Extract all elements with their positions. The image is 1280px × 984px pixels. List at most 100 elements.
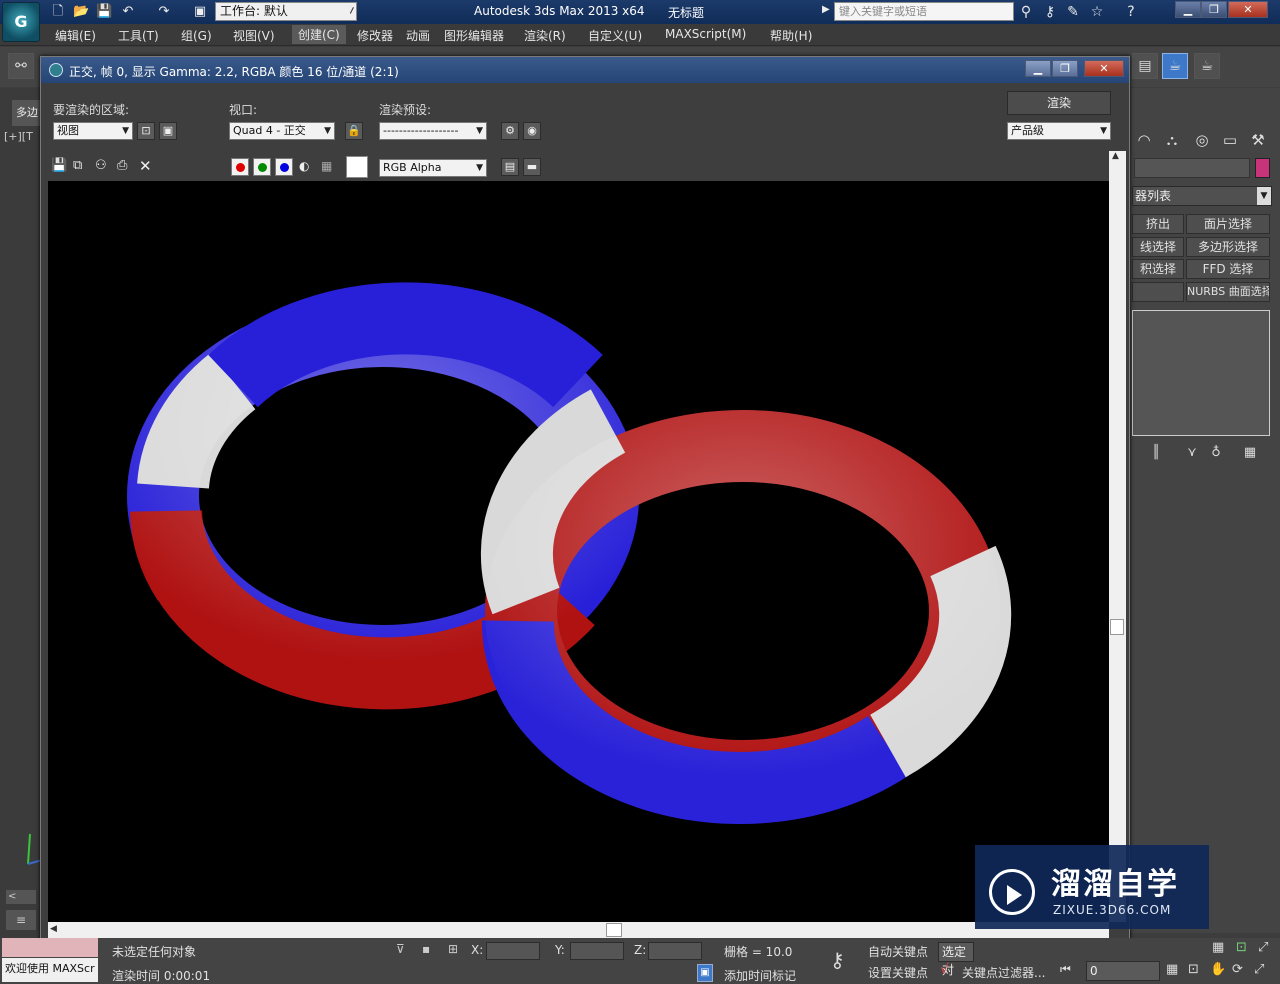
area-to-render-select[interactable]: 视图 ▼ — [53, 122, 133, 140]
monochrome-icon[interactable]: ▦ — [321, 159, 332, 173]
render-window-minimize-button[interactable]: ▁ — [1025, 60, 1051, 77]
copy-image-icon[interactable]: ⧉ — [73, 158, 82, 173]
field-of-view-icon[interactable]: ⤢ — [1258, 940, 1268, 955]
display-channel-select[interactable]: RGB Alpha ▼ — [379, 159, 487, 177]
utilities-tab-icon[interactable]: ⚒ — [1246, 128, 1270, 152]
swatch-white[interactable] — [346, 156, 368, 178]
modifier-vol-select-button[interactable]: 积选择 — [1132, 259, 1184, 279]
set-key-button[interactable]: 设置关键点 — [868, 964, 928, 981]
maxscript-listener-mini[interactable] — [2, 938, 98, 957]
menu-view[interactable]: 视图(V) — [233, 27, 275, 44]
auto-region-icon[interactable]: ▣ — [159, 122, 177, 140]
viewport-label[interactable]: [+][T — [4, 130, 33, 143]
add-time-tag-label[interactable]: 添加时间标记 — [724, 967, 796, 984]
print-image-icon[interactable]: ⎙ — [117, 158, 127, 173]
zoom-extents-icon[interactable]: ⊡ — [1188, 962, 1199, 977]
ribbon-tab[interactable]: 多边 — [12, 100, 42, 126]
auto-key-button[interactable]: 自动关键点 — [868, 943, 928, 960]
binoculars-icon[interactable]: ⚲ — [1017, 3, 1035, 21]
menu-tools[interactable]: 工具(T) — [118, 27, 159, 44]
modify-tab-icon[interactable]: ◠ — [1132, 128, 1156, 152]
display-tab-icon[interactable]: ▭ — [1218, 128, 1242, 152]
set-key-icon[interactable]: ⚷ — [830, 948, 845, 972]
selected-set-field[interactable]: 选定对 — [938, 942, 974, 977]
horizontal-scrollbar[interactable]: ◀ — [48, 922, 1109, 939]
menu-edit[interactable]: 编辑(E) — [55, 27, 96, 44]
menu-rendering[interactable]: 渲染(R) — [524, 27, 566, 44]
search-expand-icon[interactable]: ▶ — [822, 4, 830, 15]
menu-create[interactable]: 创建(C) — [292, 25, 346, 44]
key-icon[interactable]: ⚷ — [1041, 3, 1059, 21]
scroll-left-icon[interactable]: ◀ — [50, 924, 57, 934]
environment-effects-icon[interactable]: ◉ — [523, 122, 541, 140]
star-icon[interactable]: ☆ — [1088, 3, 1106, 21]
blue-channel-toggle[interactable] — [275, 158, 293, 176]
render-preset-select[interactable]: ------------------- ▼ — [379, 122, 487, 140]
new-file-icon[interactable]: 🗋 — [50, 4, 66, 20]
horizontal-scroll-thumb[interactable] — [606, 923, 622, 937]
render-quality-select[interactable]: 产品级 ▼ — [1007, 122, 1111, 140]
modifier-stack-view[interactable] — [1132, 310, 1270, 436]
rendered-image[interactable] — [48, 181, 1109, 922]
render-window-maximize-button[interactable]: ❐ — [1052, 60, 1078, 77]
viewport-select[interactable]: Quad 4 - 正交 ▼ — [229, 122, 335, 140]
maximize-viewport-icon[interactable]: ⤢ — [1254, 962, 1264, 977]
vertical-scrollbar[interactable]: ▲ — [1109, 151, 1126, 922]
isolate-selection-icon[interactable]: ▪ — [422, 942, 430, 956]
redo-icon[interactable]: ↷ — [156, 4, 172, 20]
render-setup-icon[interactable]: ▤ — [1132, 53, 1158, 79]
scroll-up-icon[interactable]: ▲ — [1112, 151, 1119, 161]
add-time-tag-icon[interactable]: ▣ — [697, 964, 713, 982]
maximize-button[interactable]: ❐ — [1201, 1, 1227, 18]
absolute-mode-icon[interactable]: ⊞ — [448, 942, 458, 956]
save-image-icon[interactable]: 💾 — [51, 158, 67, 173]
minimize-button[interactable]: ▁ — [1175, 1, 1201, 18]
pin-stack-icon[interactable]: ║ — [1146, 444, 1166, 462]
maxscript-welcome[interactable]: 欢迎使用 MAXScr — [2, 958, 98, 982]
search-input[interactable]: 键入关键字或短语 — [834, 2, 1014, 21]
green-channel-toggle[interactable] — [253, 158, 271, 176]
modifier-empty-button[interactable] — [1132, 282, 1184, 302]
close-button[interactable]: ✕ — [1228, 1, 1268, 18]
track-bar-icon[interactable]: ≡ — [6, 910, 36, 930]
zoom-all-icon[interactable]: ▦ — [1212, 940, 1224, 955]
app-logo[interactable]: G — [2, 2, 40, 42]
zoom-region-icon[interactable]: ⊡ — [1236, 940, 1247, 955]
menu-modifiers[interactable]: 修改器 — [357, 27, 393, 44]
modifier-spline-select-button[interactable]: 线选择 — [1132, 237, 1184, 257]
go-to-start-icon[interactable]: ⏮ — [1060, 962, 1071, 977]
save-file-icon[interactable]: 💾 — [96, 4, 112, 20]
link-icon[interactable]: ⚯ — [8, 53, 34, 79]
y-coord-field[interactable] — [570, 942, 624, 960]
alpha-channel-icon[interactable]: ◐ — [299, 159, 309, 173]
modifier-extrude-button[interactable]: 挤出 — [1132, 214, 1184, 234]
help-icon[interactable]: ? — [1122, 3, 1140, 21]
workspace-dropdown-icon[interactable]: ▼ — [346, 4, 354, 15]
current-frame-field[interactable]: 0 — [1086, 961, 1160, 981]
menu-customize[interactable]: 自定义(U) — [588, 27, 642, 44]
show-end-result-icon[interactable]: ⋎ — [1182, 444, 1202, 462]
x-coord-field[interactable] — [486, 942, 540, 960]
configure-sets-icon[interactable]: ▦ — [1240, 444, 1260, 462]
menu-group[interactable]: 组(G) — [181, 27, 212, 44]
render-production-icon[interactable]: ☕ — [1194, 53, 1220, 79]
red-channel-toggle[interactable] — [231, 158, 249, 176]
object-color-swatch[interactable] — [1255, 158, 1270, 178]
time-slider-prev[interactable]: < — [6, 890, 36, 904]
communication-icon[interactable]: ✎ — [1064, 3, 1082, 21]
menu-graph-editors[interactable]: 图形编辑器 — [444, 27, 504, 44]
render-setup-icon[interactable]: ⚙ — [501, 122, 519, 140]
key-filters-button[interactable]: 关键点过滤器... — [962, 964, 1045, 981]
render-frame-icon[interactable]: ☕ — [1162, 53, 1188, 79]
modifier-patch-select-button[interactable]: 面片选择 — [1186, 214, 1270, 234]
z-coord-field[interactable] — [648, 942, 702, 960]
hierarchy-tab-icon[interactable]: ⛬ — [1160, 128, 1184, 152]
open-file-icon[interactable]: 📂 — [73, 4, 89, 20]
modifier-ffd-select-button[interactable]: FFD 选择 — [1186, 259, 1270, 279]
render-window-close-button[interactable]: ✕ — [1084, 60, 1124, 77]
vertical-scroll-thumb[interactable] — [1110, 619, 1124, 635]
project-folder-icon[interactable]: ▣ — [192, 4, 208, 20]
selection-lock-icon[interactable]: ⊽ — [396, 942, 405, 956]
clear-image-icon[interactable]: ✕ — [139, 157, 152, 175]
clone-window-icon[interactable]: ⚇ — [95, 158, 107, 173]
